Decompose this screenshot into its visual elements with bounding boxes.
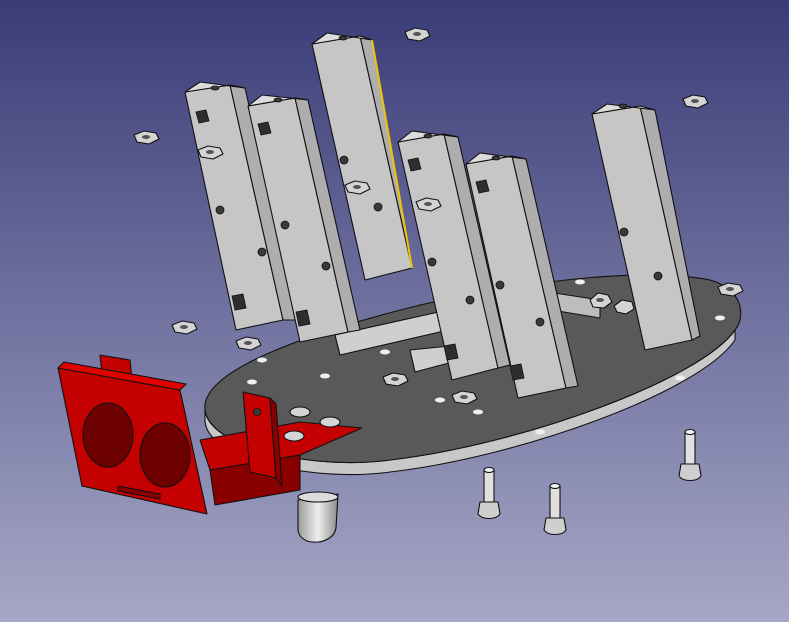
3d-viewport[interactable] bbox=[0, 0, 789, 622]
model-scene[interactable] bbox=[0, 0, 789, 622]
caster-wheel bbox=[297, 491, 339, 543]
